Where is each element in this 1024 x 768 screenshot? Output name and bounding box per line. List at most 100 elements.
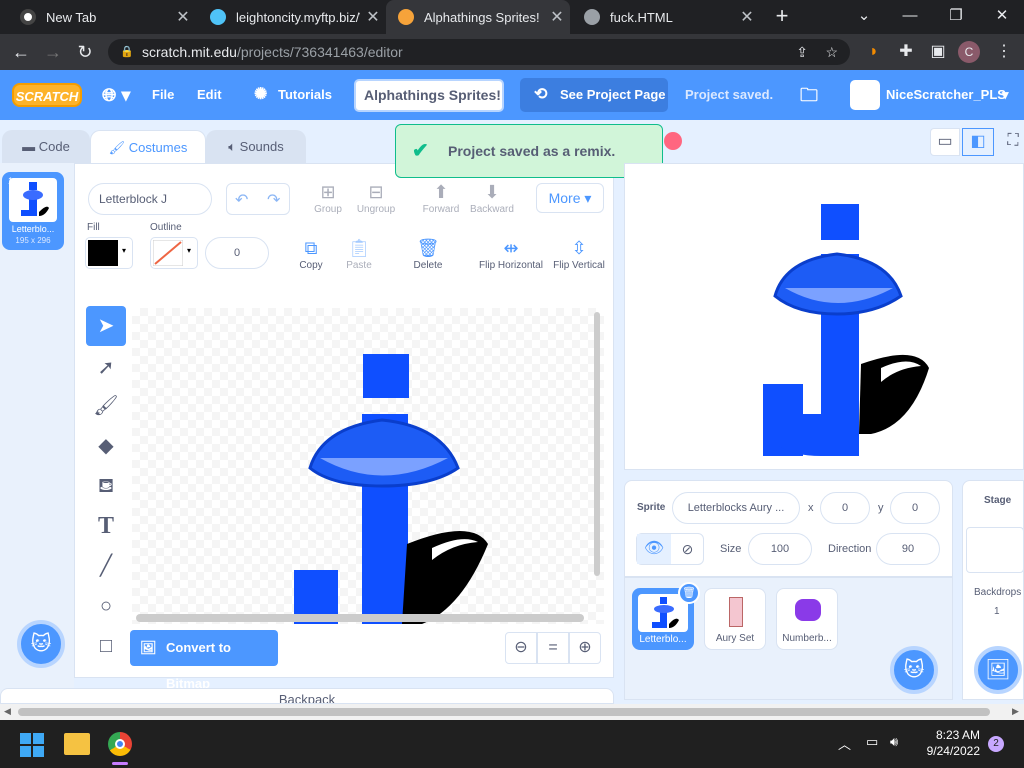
redo-icon[interactable]: ↷ [267,190,280,210]
sprite-thumbnail[interactable]: Aury Set [704,588,766,650]
y-input[interactable]: 0 [890,492,940,524]
convert-to-bitmap-button[interactable]: 🖼︎ Convert to Bitmap [130,630,278,691]
outline-color-picker[interactable]: ▾ [150,237,198,269]
tab-costumes[interactable]: 🖌︎ Costumes [90,130,206,164]
notification-badge[interactable]: 2 [988,736,1004,752]
costume-item[interactable]: 1 Letterblo... 195 x 296 [2,172,64,250]
file-menu[interactable]: File [152,70,174,120]
paste-button[interactable]: 📋︎ Paste [329,236,389,271]
window-close-icon[interactable]: ✕ [980,0,1024,34]
direction-input[interactable]: 90 [876,533,940,565]
outline-width-input[interactable]: 0 [205,237,269,269]
costume-name-input[interactable]: Letterblock J [88,183,212,215]
flip-vertical-button[interactable]: ⇳ Flip Vertical [550,236,608,271]
see-project-page-button[interactable]: ⟲ See Project Page [520,78,668,112]
fill-color-picker[interactable]: ▾ [85,237,133,269]
close-icon[interactable]: ✕ [170,7,196,27]
eraser-tool[interactable]: ◆ [86,426,126,466]
scroll-left-icon[interactable]: ◀ [4,706,11,717]
small-stage-icon[interactable]: ▭ [930,128,960,156]
scroll-right-icon[interactable]: ▶ [1012,706,1019,717]
large-stage-icon[interactable]: ◧ [962,128,994,156]
edit-menu[interactable]: Edit [197,70,222,120]
rectangle-tool[interactable]: □ [86,626,126,666]
scroll-thumb[interactable] [18,708,990,716]
scratch-logo[interactable]: SCRATCH [12,83,82,107]
browser-tab[interactable]: fuck.HTML ✕ [572,0,760,34]
account-chevron-down-icon[interactable]: ▾ [1002,70,1009,120]
zoom-out-icon[interactable]: ⊖ [505,632,537,664]
chrome-taskbar-icon[interactable] [108,732,132,756]
choose-backdrop-button[interactable]: 🖼︎ [974,646,1022,694]
network-icon[interactable]: ▭ [866,734,878,750]
new-tab-plus-icon[interactable]: + [760,0,804,34]
text-tool[interactable]: T [86,506,126,546]
tab-code[interactable]: ▬ Code [2,130,90,164]
tray-chevron-up-icon[interactable]: ︿ [838,734,851,753]
choose-costume-button[interactable]: 🐱︎ [17,620,65,668]
close-icon[interactable]: ✕ [360,7,386,27]
flip-horizontal-button[interactable]: ⇹ Flip Horizontal [475,236,547,271]
project-title-input[interactable]: Alphathings Sprites! re [354,79,504,112]
line-tool[interactable]: ╱ [86,546,126,586]
backward-button[interactable]: ⬇ Backward [462,180,522,215]
user-avatar[interactable] [850,80,880,110]
sidepanel-icon[interactable]: ▣ [926,40,950,64]
reload-icon[interactable]: ↻ [70,34,100,70]
delete-button[interactable]: 🗑︎ Delete [398,236,458,271]
delete-sprite-icon[interactable]: 🗑︎ [678,582,700,604]
rss-icon[interactable]: ◗ [862,40,886,64]
canvas-h-scrollbar[interactable] [136,614,584,622]
speaker-icon: 🔈︎ [228,139,240,154]
paint-canvas[interactable] [132,308,604,624]
windows-start-icon[interactable] [20,733,44,757]
ungroup-button[interactable]: ⊟ Ungroup [346,180,406,215]
choose-sprite-button[interactable]: 🐱︎ [890,646,938,694]
eye-icon[interactable]: 👁︎ [637,534,671,564]
zoom-reset-button[interactable]: = [537,632,569,664]
circle-tool[interactable]: ○ [86,586,126,626]
clock-date[interactable]: 9/24/2022 [906,744,980,758]
undo-icon[interactable]: ↶ [235,190,248,210]
profile-avatar[interactable]: C [958,41,980,63]
select-tool[interactable]: ➤ [86,306,126,346]
x-input[interactable]: 0 [820,492,870,524]
sprite-thumbnail[interactable]: Numberb... [776,588,838,650]
browser-tab[interactable]: leightoncity.myftp.biz/Wi ✕ [198,0,386,34]
username-menu[interactable]: NiceScratcher_PLS [886,70,1006,120]
more-dropdown[interactable]: More ▾ [536,183,604,213]
browser-tab[interactable]: New Tab ✕ [8,0,196,34]
kebab-menu-icon[interactable]: ⋮ [992,40,1016,64]
zoom-in-icon[interactable]: ⊕ [569,632,601,664]
brush-tool[interactable]: 🖌︎ [86,386,126,426]
stop-icon[interactable] [664,132,682,150]
my-stuff-folder-icon[interactable]: 🗀 [800,70,818,120]
close-icon[interactable]: ✕ [734,7,760,27]
canvas-v-scrollbar[interactable] [594,312,600,576]
size-input[interactable]: 100 [748,533,812,565]
url-bar[interactable]: 🔒 scratch.mit.edu/projects/736341463/edi… [108,39,850,65]
stage[interactable] [624,163,1024,470]
tab-search-chevron-icon[interactable]: ⌄ [842,0,886,34]
file-explorer-icon[interactable] [64,733,90,755]
tab-sounds[interactable]: 🔈︎ Sounds [206,130,306,164]
backpack[interactable]: Backpack [0,688,614,704]
browser-tab-active[interactable]: Alphathings Sprites! re ✕ [386,0,570,34]
volume-icon[interactable]: 🔊︎ [890,734,898,750]
fullscreen-icon[interactable]: ⛶ [1002,128,1024,156]
star-icon[interactable]: ☆ [825,39,838,65]
clock-time[interactable]: 8:23 AM [918,728,980,742]
close-icon[interactable]: ✕ [544,7,570,27]
restore-icon[interactable]: ❐ [934,0,978,34]
reshape-tool[interactable]: ➚ [86,348,126,388]
minimize-icon[interactable]: — [888,0,932,34]
language-globe-icon[interactable]: 🌐︎ ▾ [102,70,130,120]
back-arrow-icon[interactable]: ← [6,34,36,70]
eye-slash-icon[interactable]: ⊘ [671,534,704,564]
tutorials-button[interactable]: Tutorials [278,70,332,120]
sprite-name-input[interactable]: Letterblocks Aury ... [672,492,800,524]
share-icon[interactable]: ⇪ [796,39,808,65]
extensions-puzzle-icon[interactable]: ✚ [894,40,918,64]
forward-arrow-icon[interactable]: → [38,34,68,70]
fill-tool[interactable]: ⛾ [86,466,126,506]
